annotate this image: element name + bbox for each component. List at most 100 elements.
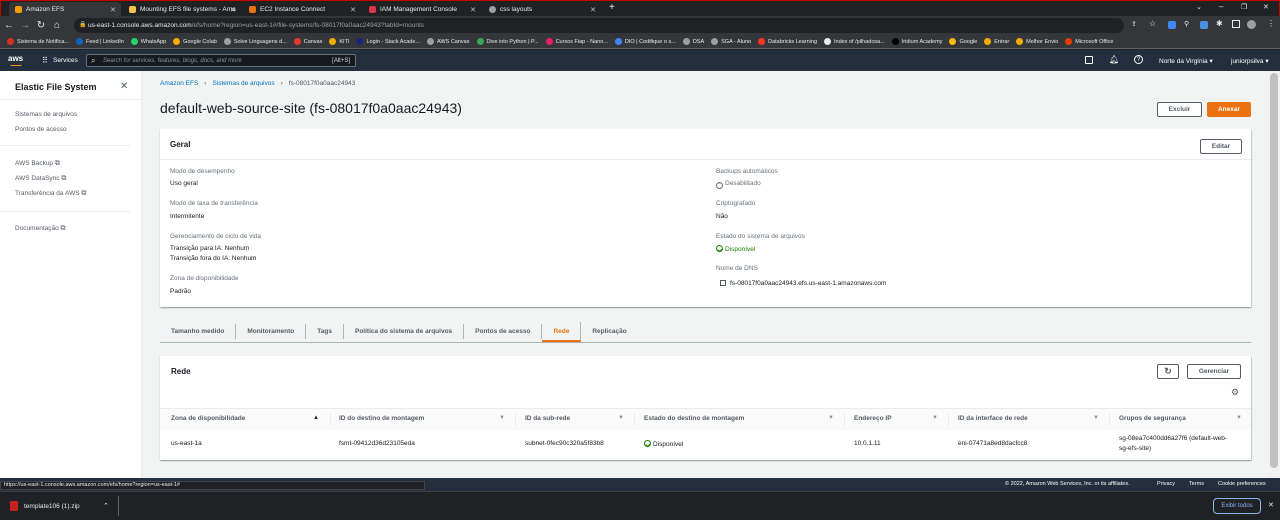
bookmark-item[interactable]: Sistema de Notifica... <box>7 38 69 45</box>
breadcrumb-file-systems[interactable]: Sistemas de arquivos <box>212 80 274 87</box>
bookmark-item[interactable]: AWS Canvas <box>426 38 470 45</box>
cloudshell-icon[interactable] <box>1085 56 1093 64</box>
services-menu[interactable]: Services <box>53 57 78 64</box>
browser-tab[interactable]: IAM Management Console ✕ <box>363 2 481 17</box>
sidebar-item-documentation[interactable]: Documentação ⧉ <box>15 225 66 233</box>
tab-network[interactable]: Rede <box>542 322 582 342</box>
bookmark-item[interactable]: Google <box>949 38 977 45</box>
tab-metered-size[interactable]: Tamanho medido <box>160 324 237 339</box>
delete-button[interactable]: Excluir <box>1157 102 1202 117</box>
close-icon[interactable]: ✕ <box>590 6 596 14</box>
show-all-downloads-button[interactable]: Exibir todos <box>1213 498 1261 514</box>
extension-icon[interactable] <box>1200 21 1208 29</box>
breadcrumb-efs[interactable]: Amazon EFS <box>160 80 198 87</box>
column-header[interactable]: ID do destino de montagem <box>339 415 424 422</box>
star-icon[interactable]: ☆ <box>1149 19 1156 28</box>
close-icon[interactable]: ✕ <box>470 6 476 14</box>
minimize-icon[interactable]: – <box>1219 2 1223 11</box>
settings-icon[interactable]: ⚙ <box>1231 387 1239 398</box>
bookmark-item[interactable]: Databricks Learning <box>758 38 817 45</box>
terms-link[interactable]: Terms <box>1189 481 1204 487</box>
close-icon[interactable]: ✕ <box>120 81 128 92</box>
browser-tab[interactable]: css layouts ✕ <box>483 2 601 17</box>
sort-icon[interactable]: ▼ <box>828 415 834 421</box>
sort-icon[interactable]: ▼ <box>499 415 505 421</box>
sort-icon[interactable]: ▼ <box>932 415 938 421</box>
reload-icon[interactable]: ↻ <box>34 20 48 31</box>
bell-icon[interactable]: 🔔︎ <box>1109 55 1119 64</box>
bookmark-item[interactable]: KITI <box>329 38 349 45</box>
sidebar-item-access-points[interactable]: Pontos de acesso <box>15 126 67 133</box>
sidepanel-icon[interactable] <box>1232 20 1240 28</box>
tab-access-points[interactable]: Pontos de acesso <box>464 324 543 339</box>
close-icon[interactable]: ✕ <box>350 6 356 14</box>
menu-icon[interactable]: ⋮ <box>1267 19 1275 28</box>
chevron-up-icon[interactable]: ⌃ <box>103 502 109 510</box>
tab-tags[interactable]: Tags <box>306 324 344 339</box>
bookmark-item[interactable]: Microsoft Office <box>1065 38 1113 45</box>
bookmark-item[interactable]: Iridium Academy <box>891 38 942 45</box>
tab-file-system-policy[interactable]: Política do sistema de arquivos <box>344 324 465 339</box>
bookmark-item[interactable]: Dive into Python | P... <box>476 38 539 45</box>
restore-icon[interactable]: ❐ <box>1241 3 1247 11</box>
sidebar-item-aws-transfer[interactable]: Transferência da AWS ⧉ <box>15 190 86 198</box>
cookie-preferences-link[interactable]: Cookie preferences <box>1218 481 1266 487</box>
sort-ascending-icon[interactable]: ▲ <box>313 415 319 421</box>
bookmark-item[interactable]: Entrar <box>984 38 1009 45</box>
bookmark-item[interactable]: SGA - Aluno <box>711 38 751 45</box>
tab-monitoring[interactable]: Monitoramento <box>236 324 307 339</box>
bookmark-item[interactable]: DIO | Codifique o s... <box>614 38 676 45</box>
extension-icon[interactable]: ⚲ <box>1184 20 1189 28</box>
search-input[interactable]: ⌕ Search for services, features, blogs, … <box>86 54 356 67</box>
avatar[interactable] <box>1247 20 1256 29</box>
browser-tab[interactable]: Amazon EFS ✕ <box>9 2 121 17</box>
manage-button[interactable]: Gerenciar <box>1187 364 1241 379</box>
aws-logo[interactable]: aws <box>8 54 23 63</box>
url-input[interactable]: 🔒 us-east-1.console.aws.amazon.com/efs/h… <box>74 18 1124 33</box>
column-header[interactable]: Grupos de segurança <box>1119 415 1186 422</box>
bookmark-item[interactable]: Login - Stack Acade... <box>356 38 420 45</box>
sidebar-item-aws-backup[interactable]: AWS Backup ⧉ <box>15 160 60 168</box>
bookmark-item[interactable]: Feed | LinkedIn <box>75 38 124 45</box>
bookmark-item[interactable]: Solve Linguagens d... <box>223 38 287 45</box>
back-icon[interactable]: ← <box>2 20 16 31</box>
sidebar-item-aws-datasync[interactable]: AWS DataSync ⧉ <box>15 175 66 183</box>
bookmark-item[interactable]: Melhor Envio <box>1016 38 1058 45</box>
bookmark-item[interactable]: DSA <box>682 38 704 45</box>
chevron-down-icon[interactable]: ⌄ <box>1196 3 1202 11</box>
sort-icon[interactable]: ▼ <box>1236 415 1242 421</box>
home-icon[interactable]: ⌂ <box>50 20 64 31</box>
sort-icon[interactable]: ▼ <box>1093 415 1099 421</box>
forward-icon[interactable]: → <box>18 20 32 31</box>
close-window-icon[interactable]: ✕ <box>1263 3 1269 11</box>
help-icon[interactable]: ? <box>1134 55 1143 64</box>
close-icon[interactable]: ✕ <box>1268 501 1274 509</box>
scrollbar-thumb[interactable] <box>1270 73 1278 468</box>
copy-icon[interactable] <box>720 280 726 286</box>
sidebar-item-file-systems[interactable]: Sistemas de arquivos <box>15 111 77 118</box>
close-icon[interactable]: ✕ <box>230 6 236 14</box>
download-item[interactable]: template106 (1).zip <box>24 503 80 510</box>
puzzle-icon[interactable]: ✱ <box>1216 19 1223 28</box>
extension-icon[interactable] <box>1168 21 1176 29</box>
bookmark-item[interactable]: Google Colab <box>173 38 217 45</box>
sort-icon[interactable]: ▼ <box>618 415 624 421</box>
privacy-link[interactable]: Privacy <box>1157 481 1175 487</box>
bookmark-item[interactable]: Canvas <box>293 38 322 45</box>
column-header[interactable]: ID da interface de rede <box>958 415 1028 422</box>
browser-tab[interactable]: EC2 Instance Connect ✕ <box>243 2 361 17</box>
bookmark-item[interactable]: Index of /pilhadosa... <box>824 38 885 45</box>
column-header[interactable]: ID da sub-rede <box>525 415 570 422</box>
attach-button[interactable]: Anexar <box>1207 102 1251 117</box>
close-icon[interactable]: ✕ <box>110 6 116 14</box>
edit-button[interactable]: Editar <box>1200 139 1242 154</box>
refresh-button[interactable]: ↻ <box>1157 364 1179 379</box>
browser-tab[interactable]: Mounting EFS file systems - Ama ✕ <box>123 2 241 17</box>
grid-icon[interactable]: ⠿ <box>42 56 48 65</box>
column-header[interactable]: Zona de disponibilidade <box>171 415 245 422</box>
tab-replication[interactable]: Replicação <box>581 324 637 339</box>
column-header[interactable]: Endereço IP <box>854 415 892 422</box>
user-menu[interactable]: juniorpsilva ▾ <box>1231 57 1269 65</box>
share-icon[interactable]: ⇪ <box>1131 20 1137 28</box>
new-tab-icon[interactable]: + <box>609 2 615 13</box>
